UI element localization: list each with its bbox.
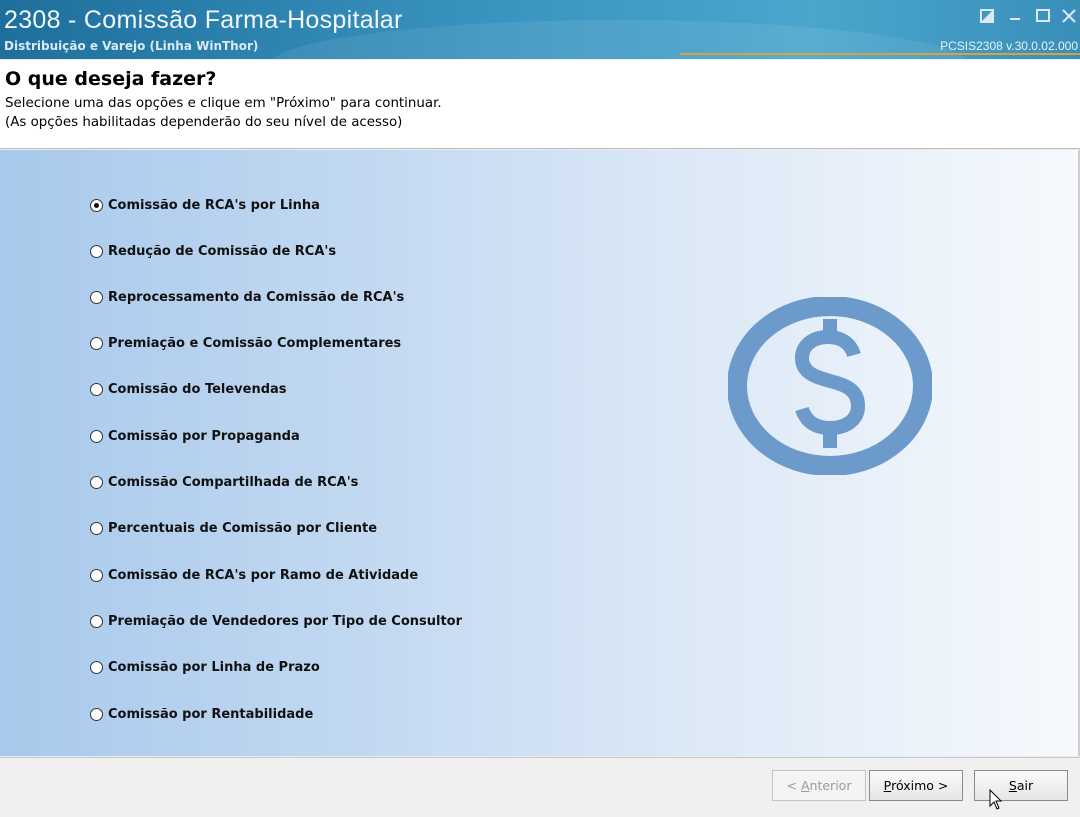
radio-button[interactable] (90, 198, 103, 212)
option-televendas[interactable]: Comissão do Televendas (90, 379, 287, 399)
radio-button[interactable] (90, 660, 103, 674)
option-percentuais-cliente[interactable]: Percentuais de Comissão por Cliente (90, 518, 377, 538)
radio-button[interactable] (90, 382, 103, 396)
next-button[interactable]: Próximo > (869, 770, 963, 801)
option-premiacao-vendedores[interactable]: Premiação de Vendedores por Tipo de Cons… (90, 611, 462, 631)
close-icon[interactable] (1060, 7, 1078, 25)
radio-button[interactable] (90, 707, 103, 721)
option-linha-prazo[interactable]: Comissão por Linha de Prazo (90, 657, 320, 677)
title-bar: 2308 - Comissão Farma-Hospitalar Distrib… (0, 0, 1080, 59)
option-reprocessamento[interactable]: Reprocessamento da Comissão de RCA's (90, 287, 404, 307)
maximize-icon[interactable] (1034, 7, 1052, 25)
title-accent-line (680, 53, 1080, 55)
wizard-header: O que deseja fazer? Selecione uma das op… (0, 60, 1080, 149)
mouse-cursor-icon (989, 789, 1003, 810)
minimize-icon[interactable] (1006, 7, 1024, 25)
window-subtitle: Distribuição e Varejo (Linha WinThor) (4, 39, 259, 53)
option-rentabilidade[interactable]: Comissão por Rentabilidade (90, 704, 313, 724)
radio-button[interactable] (90, 475, 103, 489)
radio-button[interactable] (90, 614, 103, 628)
page-heading: O que deseja fazer? (5, 68, 217, 90)
option-premiacao-complementares[interactable]: Premiação e Comissão Complementares (90, 333, 401, 353)
radio-button[interactable] (90, 521, 103, 535)
option-compartilhada[interactable]: Comissão Compartilhada de RCA's (90, 472, 358, 492)
back-button[interactable]: < Anterior (772, 770, 866, 801)
radio-button[interactable] (90, 244, 103, 258)
option-propaganda[interactable]: Comissão por Propaganda (90, 426, 300, 446)
option-comissao-rca-linha[interactable]: Comissão de RCA's por Linha (90, 195, 320, 215)
radio-button[interactable] (90, 568, 103, 582)
access-note-text: (As opções habilitadas dependerão do seu… (5, 115, 403, 130)
restore-icon[interactable] (978, 7, 996, 25)
radio-button[interactable] (90, 336, 103, 350)
radio-button[interactable] (90, 290, 103, 304)
version-label: PCSIS2308 v.30.0.02.000 (940, 39, 1078, 53)
instruction-text: Selecione uma das opções e clique em "Pr… (5, 96, 442, 111)
dollar-coin-icon (728, 297, 932, 475)
option-ramo-atividade[interactable]: Comissão de RCA's por Ramo de Atividade (90, 565, 418, 585)
radio-button[interactable] (90, 429, 103, 443)
option-reducao-comissao[interactable]: Redução de Comissão de RCA's (90, 241, 336, 261)
window-title: 2308 - Comissão Farma-Hospitalar (4, 6, 403, 34)
